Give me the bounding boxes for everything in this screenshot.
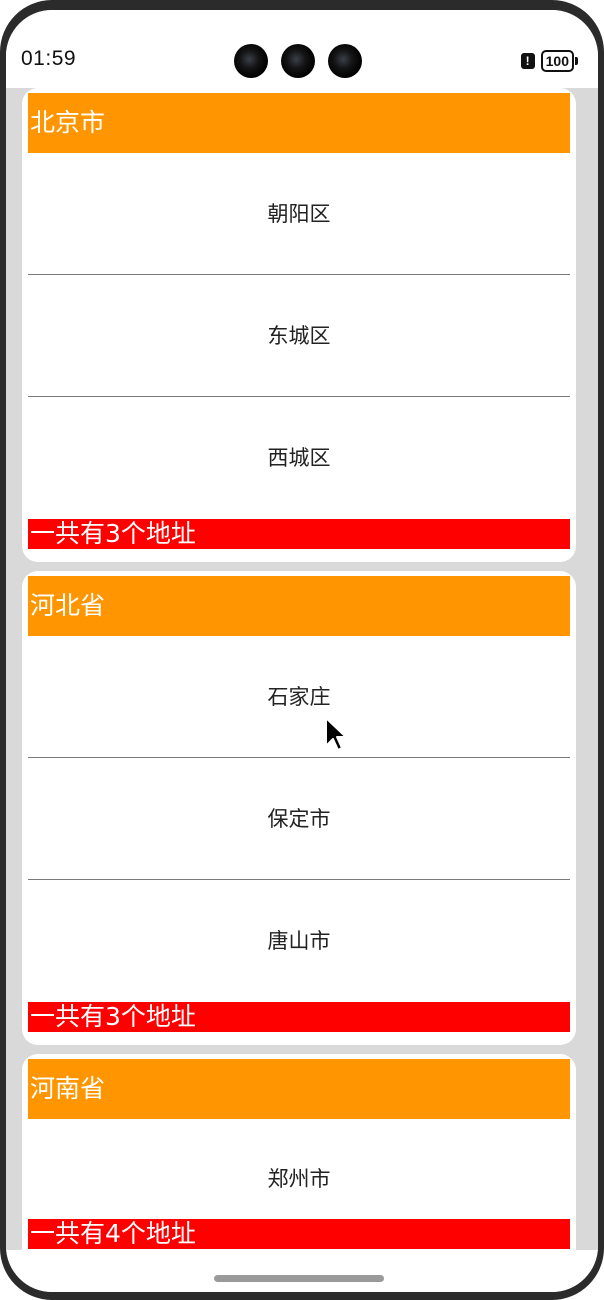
group-footer: 一共有3个地址 — [28, 519, 570, 549]
list-item[interactable]: 唐山市 — [28, 880, 570, 1002]
group-header: 北京市 — [28, 93, 570, 153]
list-item[interactable]: 朝阳区 — [28, 153, 570, 275]
camera-lens-icon — [234, 44, 268, 78]
phone-frame: 01:59 ! 100 北京市 朝阳区 东城区 西城区 一共有3个地址 河北省 … — [0, 0, 604, 1300]
status-bar: 01:59 ! 100 — [6, 10, 598, 88]
battery-icon: 100 — [540, 50, 579, 72]
camera-lens-icon — [328, 44, 362, 78]
group-header: 河南省 — [28, 1059, 570, 1119]
list-item[interactable]: 东城区 — [28, 275, 570, 397]
camera-lens-icon — [281, 44, 315, 78]
list-item[interactable]: 保定市 — [28, 758, 570, 880]
group-card-hebei: 河北省 石家庄 保定市 唐山市 一共有3个地址 — [22, 571, 576, 1045]
group-header: 河北省 — [28, 576, 570, 636]
address-list[interactable]: 北京市 朝阳区 东城区 西城区 一共有3个地址 河北省 石家庄 保定市 唐山市 … — [6, 88, 598, 1250]
group-card-henan: 河南省 郑州市 一共有4个地址 — [22, 1054, 576, 1250]
status-icons: ! 100 — [520, 50, 579, 72]
group-footer: 一共有3个地址 — [28, 1002, 570, 1032]
group-card-beijing: 北京市 朝阳区 东城区 西城区 一共有3个地址 — [22, 88, 576, 562]
home-indicator[interactable] — [214, 1275, 384, 1282]
list-item[interactable]: 石家庄 — [28, 636, 570, 758]
list-item[interactable]: 西城区 — [28, 397, 570, 519]
mouse-cursor-icon — [325, 717, 347, 751]
alert-icon: ! — [520, 53, 535, 69]
group-footer: 一共有4个地址 — [28, 1219, 570, 1249]
screen: 01:59 ! 100 北京市 朝阳区 东城区 西城区 一共有3个地址 河北省 … — [6, 10, 598, 1292]
list-item[interactable]: 郑州市 — [28, 1119, 570, 1219]
status-time: 01:59 — [21, 47, 77, 70]
navigation-bar — [6, 1250, 598, 1292]
